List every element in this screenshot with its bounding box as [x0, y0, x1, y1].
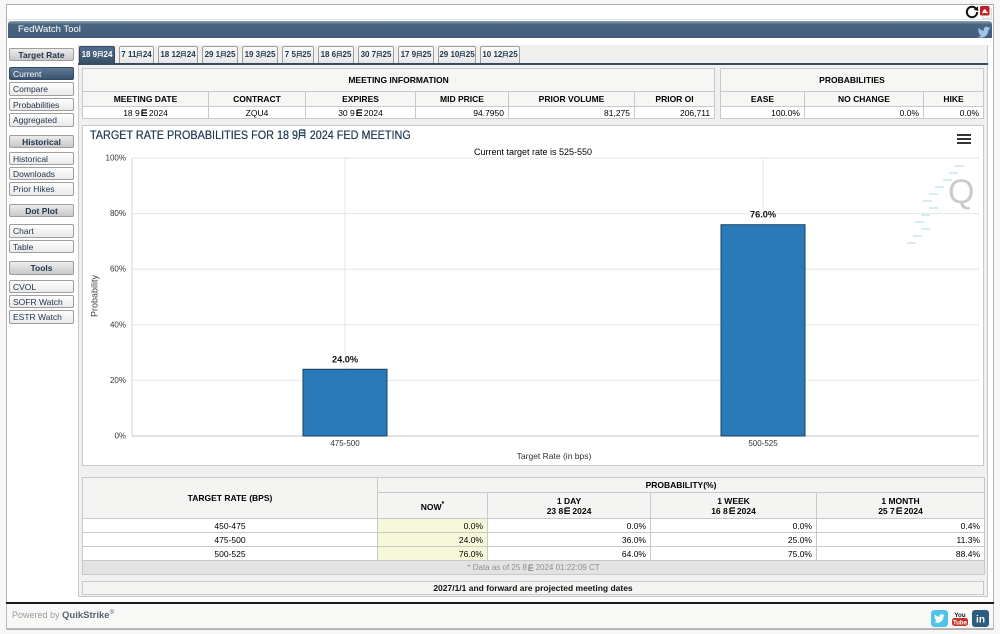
svg-text:80%: 80% [110, 209, 126, 218]
svg-text:in: in [976, 615, 985, 626]
svg-text:You: You [954, 612, 965, 619]
svg-text:76.0%: 76.0% [750, 210, 776, 220]
svg-text:40%: 40% [110, 320, 126, 329]
svg-text:Target Rate (in bps): Target Rate (in bps) [517, 451, 592, 461]
svg-text:100%: 100% [106, 154, 126, 163]
svg-text:20%: 20% [110, 376, 126, 385]
svg-text:500-525: 500-525 [748, 439, 778, 448]
svg-text:Tube: Tube [953, 620, 968, 626]
svg-text:Current target rate is 525-550: Current target rate is 525-550 [474, 147, 592, 157]
svg-text:Probability: Probability [90, 274, 100, 317]
svg-text:475-500: 475-500 [330, 439, 360, 448]
svg-text:0%: 0% [114, 432, 126, 441]
svg-text:60%: 60% [110, 265, 126, 274]
svg-text:Q: Q [948, 173, 974, 211]
svg-text:24.0%: 24.0% [332, 354, 358, 364]
